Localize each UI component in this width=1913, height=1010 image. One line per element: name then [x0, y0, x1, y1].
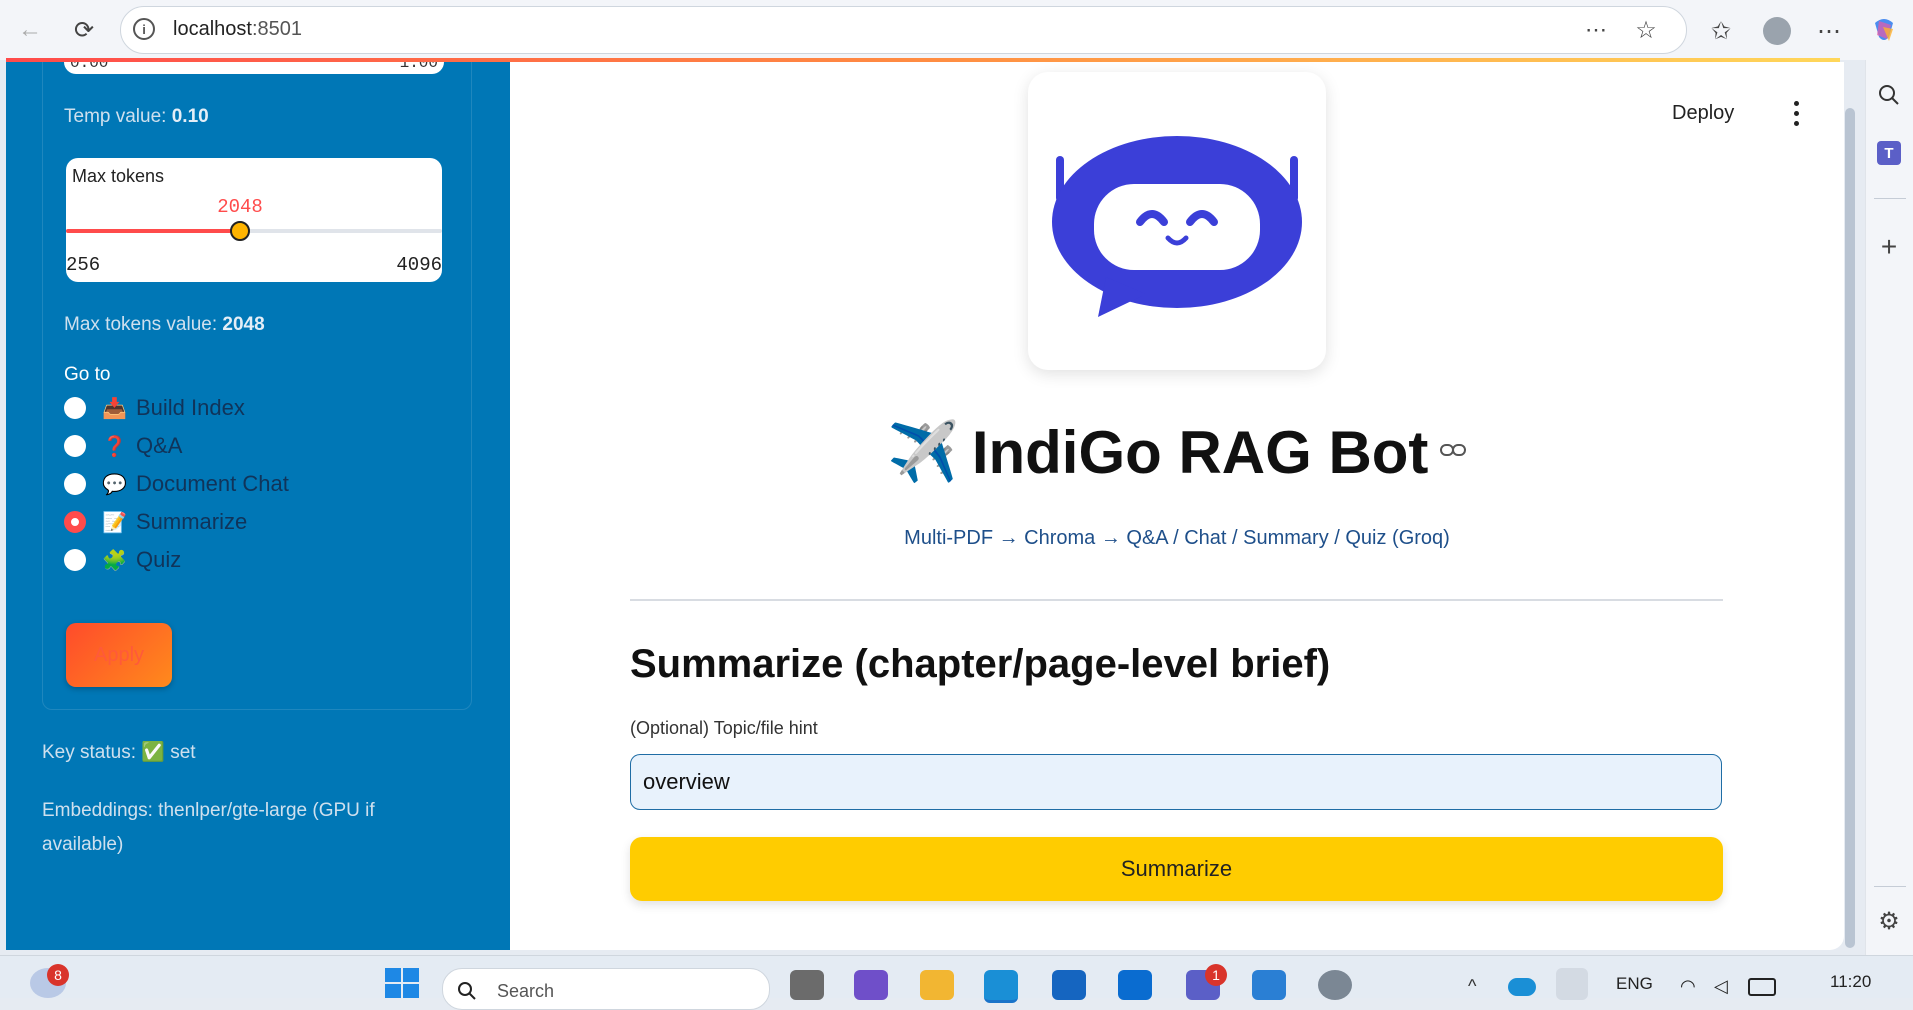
robot-icon — [1052, 136, 1302, 317]
max-tokens-value-text: Max tokens value: 2048 — [64, 314, 265, 335]
file-explorer-icon[interactable] — [920, 970, 954, 1000]
max-tokens-max: 4096 — [396, 254, 442, 276]
memo-icon: 📝 — [102, 511, 127, 534]
deploy-button[interactable]: Deploy — [1672, 102, 1734, 125]
volume-muted-icon[interactable]: ◁ — [1714, 976, 1728, 997]
search-icon — [458, 982, 476, 1000]
radio-button[interactable] — [64, 473, 86, 495]
copilot-icon[interactable] — [1866, 12, 1902, 48]
embeddings-text: Embeddings: thenlper/gte-large (GPU if a… — [42, 800, 375, 855]
battery-icon[interactable] — [1748, 978, 1776, 996]
store-icon[interactable] — [1052, 970, 1086, 1000]
goto-label: Go to — [64, 364, 111, 385]
add-icon[interactable]: + — [1872, 230, 1906, 264]
teams-icon[interactable]: T — [1872, 136, 1906, 170]
divider — [630, 599, 1723, 601]
question-mark-icon: ❓ — [102, 435, 127, 458]
nav-item-quiz[interactable]: 🧩 Quiz — [64, 544, 181, 576]
copilot-app-icon[interactable] — [854, 970, 888, 1000]
inbox-tray-icon: 📥 — [102, 397, 127, 420]
settings-more-icon[interactable]: ⋯ — [1812, 14, 1846, 48]
settings-app-icon[interactable] — [1318, 970, 1352, 1000]
outlook-icon[interactable] — [1118, 970, 1152, 1000]
puzzle-piece-icon: 🧩 — [102, 549, 127, 572]
airplane-icon: ✈️ — [887, 419, 960, 485]
browser-toolbar: ← ⟳ i localhost:8501 ⋯ ☆ ✩ ⋯ — [0, 0, 1913, 60]
temp-value-text: Temp value: 0.10 — [64, 106, 209, 127]
profile-avatar-icon[interactable] — [1760, 14, 1794, 48]
key-status-text: Key status: ✅ set — [42, 742, 196, 763]
radio-button-selected[interactable] — [64, 511, 86, 533]
radio-button[interactable] — [64, 397, 86, 419]
nav-item-document-chat[interactable]: 💬 Document Chat — [64, 468, 289, 500]
slider-fill — [66, 229, 240, 233]
max-tokens-label: Max tokens — [72, 166, 165, 186]
mic-muted-icon[interactable] — [1556, 968, 1588, 1000]
nav-item-summarize[interactable]: 📝 Summarize — [64, 506, 247, 538]
nav-item-qa[interactable]: ❓ Q&A — [64, 430, 182, 462]
max-tokens-min: 256 — [66, 254, 101, 276]
slider-thumb[interactable] — [230, 221, 250, 241]
main-menu-icon[interactable] — [1786, 98, 1806, 128]
vscode-icon[interactable] — [1252, 970, 1286, 1000]
page-subtitle: Multi-PDF → Chroma → Q&A / Chat / Summar… — [904, 527, 1450, 549]
language-indicator[interactable]: ENG — [1616, 974, 1653, 994]
wifi-icon[interactable]: ◠ — [1680, 976, 1696, 997]
topic-hint-input[interactable] — [630, 754, 1722, 810]
sidebar: 0.00 1.00 Temp value: 0.10 Max tokens 20… — [6, 60, 510, 950]
edge-browser-icon[interactable] — [984, 970, 1018, 1003]
onedrive-icon[interactable] — [1508, 978, 1536, 996]
nav-item-build-index[interactable]: 📥 Build Index — [64, 392, 245, 424]
search-icon[interactable] — [1872, 78, 1906, 112]
browser-sidebar-rail: T + ⚙ — [1865, 60, 1913, 955]
teams-badge: 1 — [1205, 964, 1227, 986]
rail-divider — [1874, 886, 1906, 887]
hint-field-label: (Optional) Topic/file hint — [630, 718, 818, 738]
site-info-icon[interactable]: i — [133, 18, 155, 40]
task-view-icon[interactable] — [790, 970, 824, 1000]
apply-button[interactable]: Apply — [66, 623, 172, 687]
max-tokens-slider-card: Max tokens 2048 256 4096 — [66, 158, 442, 282]
summarize-button[interactable]: Summarize — [630, 837, 1723, 901]
radio-button[interactable] — [64, 549, 86, 571]
title-text: IndiGo RAG Bot — [971, 419, 1429, 486]
favorites-icon[interactable]: ✩ — [1704, 14, 1738, 48]
max-tokens-current: 2048 — [217, 196, 263, 218]
taskbar-search[interactable]: Search — [442, 968, 770, 1010]
page-title: ✈️ IndiGo RAG Bot — [510, 418, 1844, 487]
speech-bubble-icon: 💬 — [102, 473, 127, 496]
address-bar[interactable]: i localhost:8501 ⋯ ☆ — [120, 6, 1687, 54]
rail-divider — [1874, 198, 1906, 199]
reload-icon[interactable]: ⟳ — [66, 12, 102, 48]
favorite-star-icon[interactable]: ☆ — [1631, 15, 1661, 45]
section-heading: Summarize (chapter/page-level brief) — [630, 642, 1331, 686]
main-content: Deploy ✈️ IndiGo RAG Bot Multi-PDF → Chr… — [510, 62, 1844, 950]
widgets-badge: 8 — [47, 964, 69, 986]
clock-time[interactable]: 11:20 — [1830, 972, 1871, 992]
back-arrow-icon[interactable]: ← — [12, 12, 48, 48]
check-mark-icon: ✅ — [141, 742, 165, 763]
gear-icon[interactable]: ⚙ — [1872, 904, 1906, 938]
page-scrollbar[interactable] — [1845, 108, 1855, 948]
app-logo — [1028, 72, 1326, 370]
reader-more-icon[interactable]: ⋯ — [1581, 15, 1611, 45]
slider-track[interactable] — [66, 229, 442, 233]
radio-button[interactable] — [64, 435, 86, 457]
temperature-slider-card[interactable]: 0.00 1.00 — [64, 60, 444, 74]
url-text: localhost:8501 — [173, 18, 302, 40]
anchor-link-icon[interactable] — [1439, 442, 1467, 463]
tray-chevron-icon[interactable]: ^ — [1468, 976, 1476, 997]
